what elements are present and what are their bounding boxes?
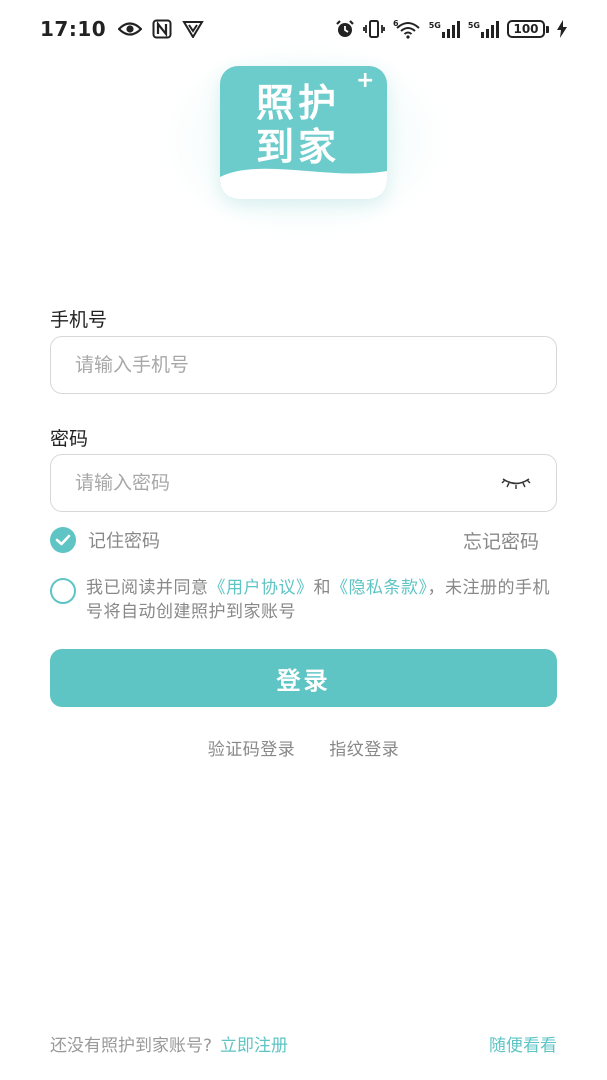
agreement-row: 我已阅读并同意《用户协议》和《隐私条款》，未注册的手机号将自动创建照护到家账号: [50, 576, 557, 624]
agreement-conjunction: 和: [313, 578, 331, 598]
check-icon: [55, 534, 71, 546]
logo-text-line2: 到家: [256, 125, 341, 169]
login-button[interactable]: 登录: [50, 649, 557, 707]
forgot-password-link[interactable]: 忘记密码: [463, 527, 539, 554]
shield-v-icon: [182, 20, 204, 38]
network-type-label: 5G: [428, 21, 441, 30]
register-link[interactable]: 立即注册: [220, 1031, 288, 1056]
password-label: 密码: [50, 428, 89, 450]
logo-text-line1: 照护: [256, 81, 341, 125]
status-right-icons: 6 5G 5G 100: [335, 19, 567, 39]
no-account-text: 还没有照护到家账号?: [50, 1036, 213, 1056]
footer-row: 还没有照护到家账号? 立即注册 随便看看: [50, 1031, 557, 1056]
vibrate-icon: [362, 19, 385, 39]
battery-tip: [546, 25, 549, 33]
network-type-label: 5G: [467, 21, 480, 30]
remember-label[interactable]: 记住密码: [88, 527, 160, 553]
status-left-icons: [118, 19, 204, 39]
status-time: 17:10: [40, 17, 107, 41]
wifi-icon: 6: [393, 19, 421, 39]
signal-5g-icon: 5G: [429, 20, 460, 38]
agreement-text: 我已阅读并同意《用户协议》和《隐私条款》，未注册的手机号将自动创建照护到家账号: [86, 576, 557, 624]
agreement-checkbox[interactable]: [50, 578, 76, 604]
battery-indicator: 100: [507, 20, 549, 38]
sms-login-link[interactable]: 验证码登录: [208, 735, 296, 760]
remember-row: 记住密码 忘记密码: [50, 526, 557, 554]
logo-plus: +: [356, 68, 375, 93]
phone-label: 手机号: [50, 309, 108, 331]
phone-field[interactable]: [50, 336, 557, 394]
fingerprint-login-link[interactable]: 指纹登录: [329, 735, 399, 760]
app-logo: 照护 到家 +: [220, 66, 387, 199]
password-input[interactable]: [75, 472, 500, 494]
agreement-prefix: 我已阅读并同意: [86, 578, 209, 598]
battery-level: 100: [507, 20, 545, 38]
password-field[interactable]: [50, 454, 557, 512]
browse-link[interactable]: 随便看看: [489, 1031, 557, 1056]
user-agreement-link[interactable]: 《用户协议》: [209, 578, 314, 598]
alarm-icon: [335, 19, 355, 39]
nfc-icon: [152, 19, 172, 39]
charging-bolt-icon: [557, 20, 567, 38]
signal-5g-icon: 5G: [468, 20, 499, 38]
eye-icon: [118, 21, 143, 37]
eye-closed-icon[interactable]: [500, 473, 532, 493]
remember-checkbox[interactable]: [50, 527, 76, 553]
phone-input[interactable]: [75, 354, 532, 376]
alt-login-options: 验证码登录 指纹登录: [0, 735, 607, 760]
privacy-link[interactable]: 《隐私条款》: [331, 578, 428, 598]
